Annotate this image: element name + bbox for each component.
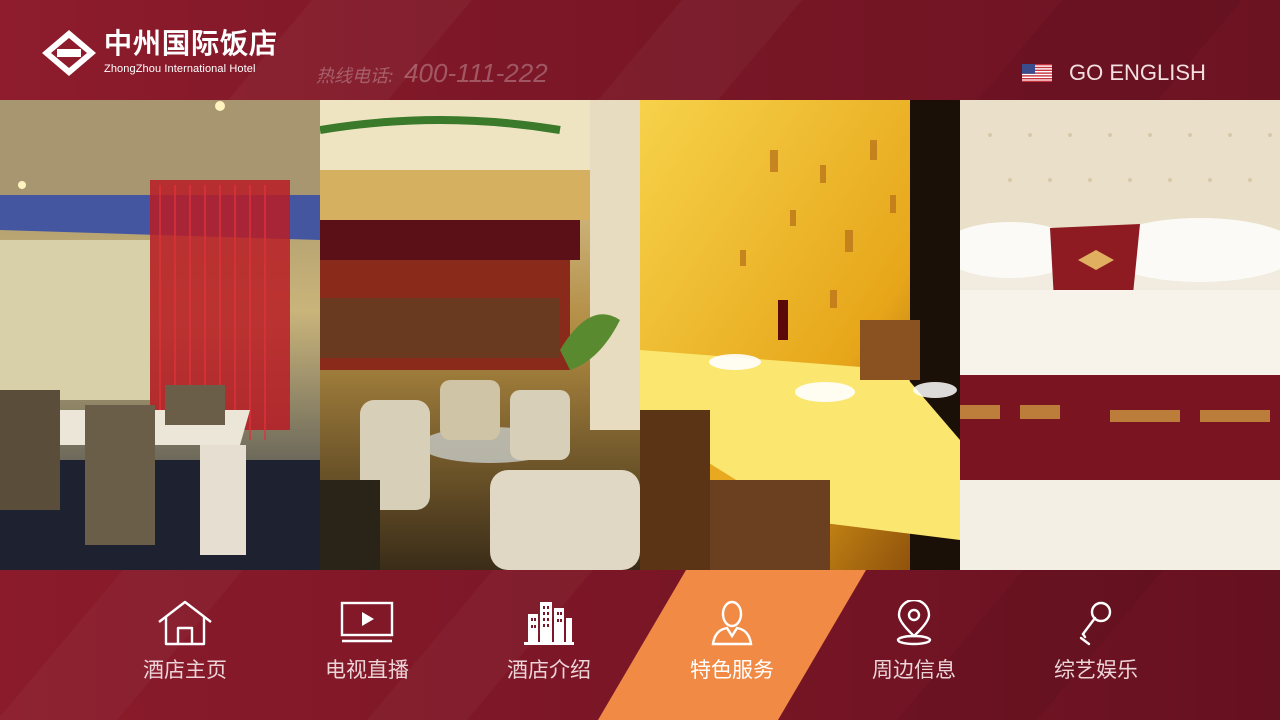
lobby-bar-photo[interactable]: [320, 100, 640, 570]
nav-label-live-tv: 电视直播: [325, 658, 409, 682]
guest-room-photo[interactable]: [960, 100, 1280, 570]
nav-item-home[interactable]: 酒店主页: [94, 570, 276, 720]
hotel-name-en: ZhongZhou International Hotel: [104, 63, 256, 75]
language-label: GO ENGLISH: [1069, 60, 1206, 85]
microphone-icon: [1079, 601, 1112, 646]
private-dining-photo[interactable]: [640, 100, 960, 570]
header: 中州国际饭店 ZhongZhou International Hotel 热线电…: [0, 0, 1280, 100]
nav-item-entertainment[interactable]: 综艺娱乐: [1005, 570, 1187, 720]
hotline-label: 热线电话:: [316, 66, 395, 87]
photo-gallery: [0, 100, 1280, 570]
tv-play-icon: [340, 601, 394, 643]
building-icon: [524, 602, 574, 645]
nav-item-live-tv[interactable]: 电视直播: [276, 570, 458, 720]
location-pin-icon: [896, 600, 932, 646]
bottom-nav: 酒店主页 电视直播 酒店介绍 特色服务 周边信息 综艺娱乐: [0, 570, 1280, 720]
home-icon: [158, 600, 212, 646]
nav-item-hotel-intro[interactable]: 酒店介绍: [458, 570, 640, 720]
nav-label-home: 酒店主页: [143, 658, 227, 682]
logo[interactable]: 中州国际饭店 ZhongZhou International Hotel: [40, 28, 278, 78]
language-switch-button[interactable]: GO ENGLISH: [1022, 60, 1206, 86]
service-person-icon: [711, 600, 753, 646]
nav-label-hotel-intro: 酒店介绍: [507, 658, 591, 682]
hotel-name-cn: 中州国际饭店: [104, 27, 279, 60]
restaurant-photo[interactable]: [0, 100, 320, 570]
nav-label-special-services: 特色服务: [690, 658, 774, 682]
nav-label-nearby: 周边信息: [872, 658, 956, 682]
us-flag-icon: [1022, 64, 1052, 82]
hotel-logo-icon: [42, 30, 96, 76]
hotline: 热线电话: 400-111-222: [316, 58, 548, 89]
hotline-number: 400-111-222: [404, 58, 548, 88]
nav-item-special-services[interactable]: 特色服务: [641, 570, 823, 720]
nav-item-nearby[interactable]: 周边信息: [823, 570, 1005, 720]
nav-label-entertainment: 综艺娱乐: [1054, 658, 1138, 682]
